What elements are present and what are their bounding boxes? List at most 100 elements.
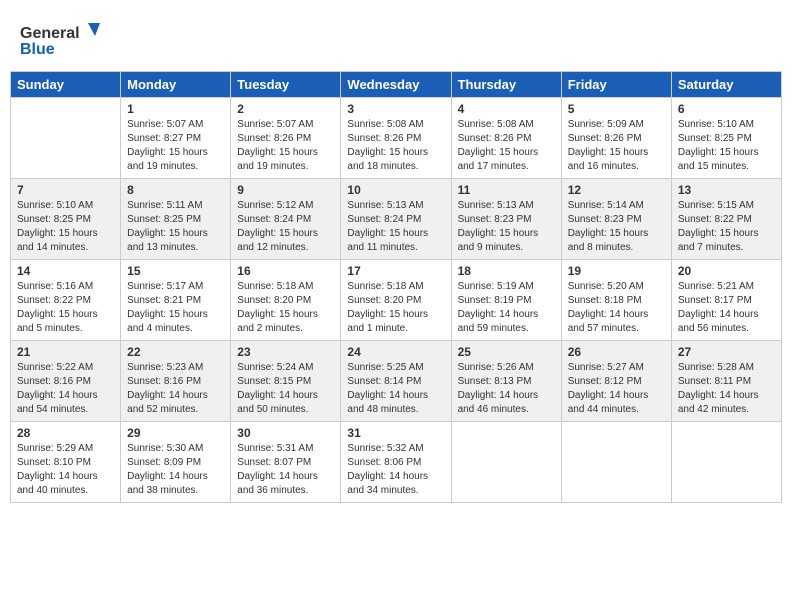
calendar-cell: 19 Sunrise: 5:20 AM Sunset: 8:18 PM Dayl… — [561, 260, 671, 341]
calendar-cell: 10 Sunrise: 5:13 AM Sunset: 8:24 PM Dayl… — [341, 179, 451, 260]
day-info: Sunrise: 5:12 AM Sunset: 8:24 PM Dayligh… — [237, 200, 318, 253]
day-number: 10 — [347, 183, 444, 197]
day-number: 16 — [237, 264, 334, 278]
calendar-cell: 24 Sunrise: 5:25 AM Sunset: 8:14 PM Dayl… — [341, 341, 451, 422]
day-info: Sunrise: 5:19 AM Sunset: 8:19 PM Dayligh… — [458, 281, 539, 334]
calendar-week-row: 7 Sunrise: 5:10 AM Sunset: 8:25 PM Dayli… — [11, 179, 782, 260]
calendar-cell: 23 Sunrise: 5:24 AM Sunset: 8:15 PM Dayl… — [231, 341, 341, 422]
day-info: Sunrise: 5:13 AM Sunset: 8:24 PM Dayligh… — [347, 200, 428, 253]
calendar-cell: 6 Sunrise: 5:10 AM Sunset: 8:25 PM Dayli… — [671, 98, 781, 179]
day-info: Sunrise: 5:27 AM Sunset: 8:12 PM Dayligh… — [568, 362, 649, 415]
logo: General Blue — [20, 18, 120, 63]
calendar-cell: 14 Sunrise: 5:16 AM Sunset: 8:22 PM Dayl… — [11, 260, 121, 341]
day-number: 22 — [127, 345, 224, 359]
day-info: Sunrise: 5:07 AM Sunset: 8:27 PM Dayligh… — [127, 119, 208, 172]
day-number: 31 — [347, 426, 444, 440]
logo-text: General Blue — [20, 18, 120, 63]
calendar-cell: 13 Sunrise: 5:15 AM Sunset: 8:22 PM Dayl… — [671, 179, 781, 260]
day-number: 11 — [458, 183, 555, 197]
calendar-cell: 8 Sunrise: 5:11 AM Sunset: 8:25 PM Dayli… — [121, 179, 231, 260]
day-info: Sunrise: 5:09 AM Sunset: 8:26 PM Dayligh… — [568, 119, 649, 172]
calendar-cell: 26 Sunrise: 5:27 AM Sunset: 8:12 PM Dayl… — [561, 341, 671, 422]
day-info: Sunrise: 5:11 AM Sunset: 8:25 PM Dayligh… — [127, 200, 208, 253]
day-info: Sunrise: 5:32 AM Sunset: 8:06 PM Dayligh… — [347, 443, 428, 496]
day-number: 4 — [458, 102, 555, 116]
day-info: Sunrise: 5:08 AM Sunset: 8:26 PM Dayligh… — [347, 119, 428, 172]
header-cell-tuesday: Tuesday — [231, 72, 341, 98]
day-info: Sunrise: 5:07 AM Sunset: 8:26 PM Dayligh… — [237, 119, 318, 172]
calendar-cell: 12 Sunrise: 5:14 AM Sunset: 8:23 PM Dayl… — [561, 179, 671, 260]
day-info: Sunrise: 5:18 AM Sunset: 8:20 PM Dayligh… — [237, 281, 318, 334]
day-info: Sunrise: 5:22 AM Sunset: 8:16 PM Dayligh… — [17, 362, 98, 415]
header-cell-monday: Monday — [121, 72, 231, 98]
header-cell-thursday: Thursday — [451, 72, 561, 98]
calendar-cell: 29 Sunrise: 5:30 AM Sunset: 8:09 PM Dayl… — [121, 422, 231, 503]
day-number: 12 — [568, 183, 665, 197]
header-cell-friday: Friday — [561, 72, 671, 98]
svg-text:Blue: Blue — [20, 41, 55, 58]
day-number: 3 — [347, 102, 444, 116]
header-cell-wednesday: Wednesday — [341, 72, 451, 98]
day-info: Sunrise: 5:30 AM Sunset: 8:09 PM Dayligh… — [127, 443, 208, 496]
calendar-cell: 2 Sunrise: 5:07 AM Sunset: 8:26 PM Dayli… — [231, 98, 341, 179]
day-number: 14 — [17, 264, 114, 278]
day-number: 20 — [678, 264, 775, 278]
day-number: 9 — [237, 183, 334, 197]
day-info: Sunrise: 5:14 AM Sunset: 8:23 PM Dayligh… — [568, 200, 649, 253]
calendar-cell: 15 Sunrise: 5:17 AM Sunset: 8:21 PM Dayl… — [121, 260, 231, 341]
day-info: Sunrise: 5:28 AM Sunset: 8:11 PM Dayligh… — [678, 362, 759, 415]
day-info: Sunrise: 5:29 AM Sunset: 8:10 PM Dayligh… — [17, 443, 98, 496]
calendar-cell: 16 Sunrise: 5:18 AM Sunset: 8:20 PM Dayl… — [231, 260, 341, 341]
calendar-cell: 28 Sunrise: 5:29 AM Sunset: 8:10 PM Dayl… — [11, 422, 121, 503]
day-number: 28 — [17, 426, 114, 440]
day-number: 19 — [568, 264, 665, 278]
day-number: 1 — [127, 102, 224, 116]
day-info: Sunrise: 5:10 AM Sunset: 8:25 PM Dayligh… — [678, 119, 759, 172]
day-number: 21 — [17, 345, 114, 359]
calendar-cell: 7 Sunrise: 5:10 AM Sunset: 8:25 PM Dayli… — [11, 179, 121, 260]
day-number: 15 — [127, 264, 224, 278]
calendar-cell: 21 Sunrise: 5:22 AM Sunset: 8:16 PM Dayl… — [11, 341, 121, 422]
header-cell-sunday: Sunday — [11, 72, 121, 98]
calendar-week-row: 28 Sunrise: 5:29 AM Sunset: 8:10 PM Dayl… — [11, 422, 782, 503]
calendar-cell — [671, 422, 781, 503]
day-number: 25 — [458, 345, 555, 359]
calendar-cell — [451, 422, 561, 503]
calendar-cell: 30 Sunrise: 5:31 AM Sunset: 8:07 PM Dayl… — [231, 422, 341, 503]
day-info: Sunrise: 5:24 AM Sunset: 8:15 PM Dayligh… — [237, 362, 318, 415]
calendar-cell: 17 Sunrise: 5:18 AM Sunset: 8:20 PM Dayl… — [341, 260, 451, 341]
day-number: 18 — [458, 264, 555, 278]
calendar-cell: 25 Sunrise: 5:26 AM Sunset: 8:13 PM Dayl… — [451, 341, 561, 422]
day-info: Sunrise: 5:10 AM Sunset: 8:25 PM Dayligh… — [17, 200, 98, 253]
calendar-cell: 9 Sunrise: 5:12 AM Sunset: 8:24 PM Dayli… — [231, 179, 341, 260]
day-number: 26 — [568, 345, 665, 359]
day-info: Sunrise: 5:18 AM Sunset: 8:20 PM Dayligh… — [347, 281, 428, 334]
header-cell-saturday: Saturday — [671, 72, 781, 98]
day-info: Sunrise: 5:25 AM Sunset: 8:14 PM Dayligh… — [347, 362, 428, 415]
calendar-week-row: 21 Sunrise: 5:22 AM Sunset: 8:16 PM Dayl… — [11, 341, 782, 422]
day-number: 30 — [237, 426, 334, 440]
day-number: 2 — [237, 102, 334, 116]
day-number: 13 — [678, 183, 775, 197]
calendar-week-row: 1 Sunrise: 5:07 AM Sunset: 8:27 PM Dayli… — [11, 98, 782, 179]
calendar-cell — [11, 98, 121, 179]
calendar-cell: 4 Sunrise: 5:08 AM Sunset: 8:26 PM Dayli… — [451, 98, 561, 179]
calendar-week-row: 14 Sunrise: 5:16 AM Sunset: 8:22 PM Dayl… — [11, 260, 782, 341]
day-info: Sunrise: 5:20 AM Sunset: 8:18 PM Dayligh… — [568, 281, 649, 334]
day-number: 7 — [17, 183, 114, 197]
day-info: Sunrise: 5:21 AM Sunset: 8:17 PM Dayligh… — [678, 281, 759, 334]
day-number: 17 — [347, 264, 444, 278]
day-info: Sunrise: 5:17 AM Sunset: 8:21 PM Dayligh… — [127, 281, 208, 334]
day-number: 5 — [568, 102, 665, 116]
day-info: Sunrise: 5:31 AM Sunset: 8:07 PM Dayligh… — [237, 443, 318, 496]
svg-text:General: General — [20, 25, 80, 42]
day-number: 23 — [237, 345, 334, 359]
header: General Blue — [10, 10, 782, 67]
calendar-header-row: SundayMondayTuesdayWednesdayThursdayFrid… — [11, 72, 782, 98]
day-info: Sunrise: 5:16 AM Sunset: 8:22 PM Dayligh… — [17, 281, 98, 334]
day-number: 8 — [127, 183, 224, 197]
calendar-cell: 31 Sunrise: 5:32 AM Sunset: 8:06 PM Dayl… — [341, 422, 451, 503]
calendar-cell: 11 Sunrise: 5:13 AM Sunset: 8:23 PM Dayl… — [451, 179, 561, 260]
calendar-cell: 1 Sunrise: 5:07 AM Sunset: 8:27 PM Dayli… — [121, 98, 231, 179]
day-info: Sunrise: 5:15 AM Sunset: 8:22 PM Dayligh… — [678, 200, 759, 253]
